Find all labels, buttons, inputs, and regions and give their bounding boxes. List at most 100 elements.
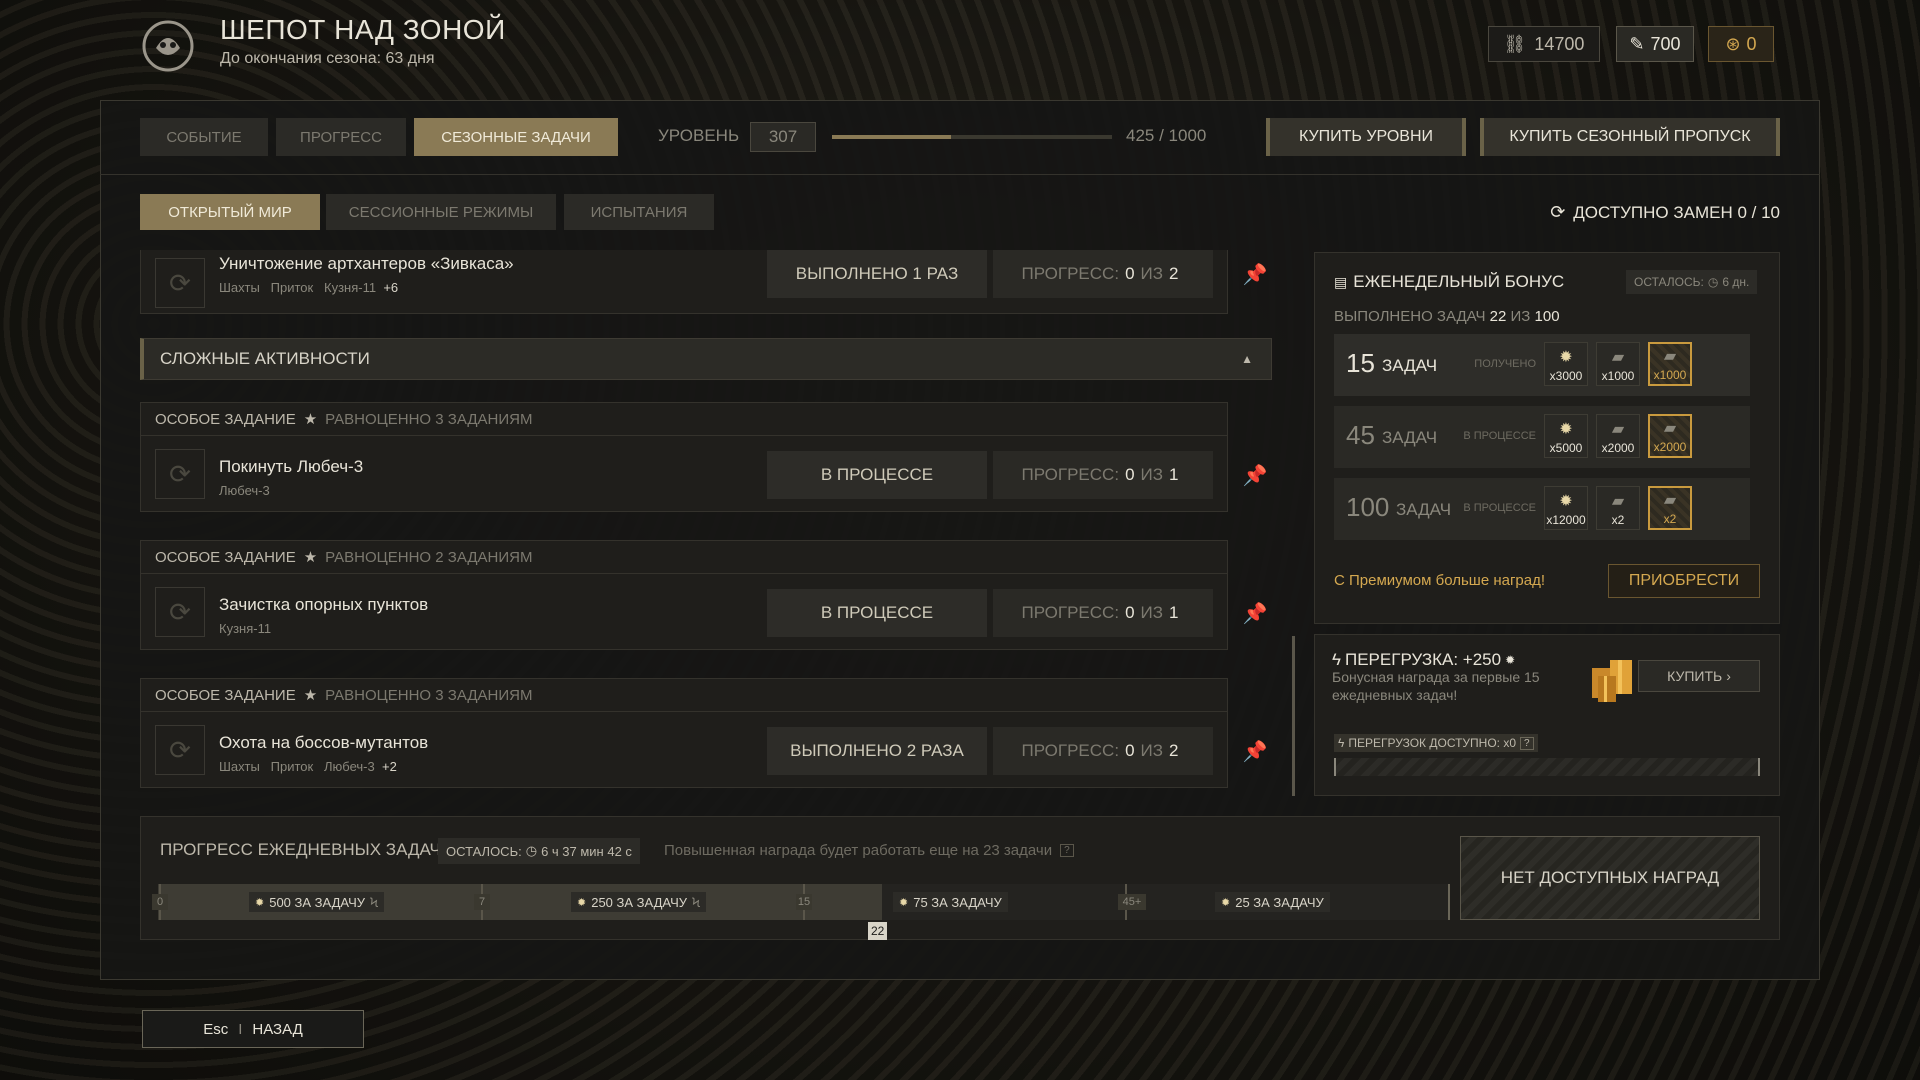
reward-cell[interactable]: ▰ x2 bbox=[1648, 486, 1692, 530]
reward-cell[interactable]: ✹ x3000 bbox=[1544, 342, 1588, 386]
help-icon[interactable]: ? bbox=[1520, 736, 1534, 750]
special-task-card: ОСОБОЕ ЗАДАНИЕ ★ РАВНОЦЕННО 3 ЗАДАНИЯМ ⟳… bbox=[140, 402, 1267, 512]
pin-icon[interactable]: 📌 bbox=[1243, 739, 1268, 763]
task-card: ⟳ Уничтожение артхантеров «Зивкаса» Шахт… bbox=[140, 250, 1267, 314]
tier-number: 45 bbox=[1346, 420, 1375, 450]
daily-tick: 45+ bbox=[1118, 894, 1146, 910]
clock-icon: ◷ bbox=[525, 843, 538, 858]
calendar-icon: ▤ bbox=[1334, 273, 1348, 290]
task-status: В ПРОЦЕССЕ bbox=[767, 589, 987, 637]
refresh-icon[interactable]: ⟳ bbox=[1550, 202, 1565, 223]
special-task-card: ОСОБОЕ ЗАДАНИЕ ★ РАВНОЦЕННО 3 ЗАДАНИЯМ ⟳… bbox=[140, 678, 1267, 788]
tab-progress[interactable]: ПРОГРЕСС bbox=[276, 118, 406, 156]
special-task-header: ОСОБОЕ ЗАДАНИЕ ★ РАВНОЦЕННО 3 ЗАДАНИЯМ bbox=[141, 679, 1227, 712]
daily-reward-label: ✹ 250 ЗА ЗАДАЧУ ϟ bbox=[571, 892, 707, 912]
tab-season-tasks[interactable]: СЕЗОННЫЕ ЗАДАЧИ bbox=[414, 118, 618, 156]
lightning-icon: ϟ bbox=[370, 894, 379, 910]
subtab-session-modes[interactable]: СЕССИОННЫЕ РЕЖИМЫ bbox=[326, 194, 556, 230]
overload-description: Бонусная награда за первые 15 ежедневных… bbox=[1332, 669, 1540, 703]
ammo-icon: ▰ bbox=[1611, 493, 1625, 510]
star-icon: ★ bbox=[303, 411, 318, 428]
reward-cell[interactable]: ▰ x2000 bbox=[1648, 414, 1692, 458]
gift-box-icon bbox=[1588, 650, 1638, 704]
task-status: ВЫПОЛНЕНО 1 РАЗ bbox=[767, 250, 987, 298]
token-icon: ✹ bbox=[899, 896, 909, 909]
task-progress: ПРОГРЕСС: 0 ИЗ 1 bbox=[993, 451, 1213, 499]
task-refresh-icon[interactable]: ⟳ bbox=[155, 258, 205, 308]
star-icon: ★ bbox=[303, 687, 318, 704]
daily-note: Повышенная награда будет работать еще на… bbox=[664, 842, 1074, 859]
reward-cell[interactable]: ▰ x1000 bbox=[1648, 342, 1692, 386]
level-progress-text: 425 / 1000 bbox=[1126, 126, 1207, 145]
task-locations: Любеч-3 bbox=[219, 483, 270, 498]
weekly-remaining: ОСТАЛОСЬ: ◷ 6 дн. bbox=[1626, 270, 1758, 294]
level-label: УРОВЕНЬ bbox=[658, 126, 740, 145]
reward-cell[interactable]: ▰ x2000 bbox=[1596, 414, 1640, 458]
task-refresh-icon[interactable]: ⟳ bbox=[155, 587, 205, 637]
task-status: ВЫПОЛНЕНО 2 РАЗА bbox=[767, 727, 987, 775]
task-refresh-icon[interactable]: ⟳ bbox=[155, 725, 205, 775]
token-icon: ✹ bbox=[1559, 349, 1573, 366]
level-progress-fill bbox=[832, 135, 951, 139]
tier-number: 100 bbox=[1346, 492, 1390, 522]
collapse-arrow-icon[interactable]: ▲ bbox=[1241, 352, 1253, 366]
overload-title: ϟ ПЕРЕГРУЗКА: +250 ✹ bbox=[1332, 650, 1516, 669]
overload-buy-button[interactable]: КУПИТЬ › bbox=[1638, 660, 1760, 692]
premium-buy-button[interactable]: ПРИОБРЕСТИ bbox=[1608, 564, 1760, 598]
pin-icon[interactable]: 📌 bbox=[1243, 262, 1268, 286]
task-refresh-icon[interactable]: ⟳ bbox=[155, 449, 205, 499]
tier-state: В ПРОЦЕССЕ bbox=[1463, 502, 1536, 514]
weekly-tier: 15 ЗАДАЧ ПОЛУЧЕНО ✹ x3000 ▰ x1000 ▰ x100… bbox=[1334, 334, 1750, 396]
currency-feathers: ✎ 700 bbox=[1616, 26, 1694, 62]
buy-season-pass-button[interactable]: КУПИТЬ СЕЗОННЫЙ ПРОПУСК bbox=[1480, 118, 1780, 156]
currency-links: ⛓ 14700 bbox=[1488, 26, 1600, 62]
reward-cell[interactable]: ▰ x2 bbox=[1596, 486, 1640, 530]
ammo-icon: ▰ bbox=[1611, 421, 1625, 438]
tier-state: В ПРОЦЕССЕ bbox=[1463, 430, 1536, 442]
tier-word: ЗАДАЧ bbox=[1382, 356, 1438, 375]
page-title: ШЕПОТ НАД ЗОНОЙ bbox=[220, 14, 506, 45]
task-title: Покинуть Любеч-3 bbox=[219, 457, 364, 476]
buy-levels-button[interactable]: КУПИТЬ УРОВНИ bbox=[1266, 118, 1466, 156]
coin-currency-icon: ⊛ bbox=[1725, 33, 1741, 54]
tier-word: ЗАДАЧ bbox=[1396, 500, 1452, 519]
chevron-right-icon: › bbox=[1726, 668, 1731, 684]
help-icon[interactable]: ? bbox=[1060, 844, 1074, 857]
overload-progress-bar bbox=[1334, 758, 1760, 776]
subtab-trials[interactable]: ИСПЫТАНИЯ bbox=[564, 194, 714, 230]
token-icon: ✹ bbox=[1505, 653, 1516, 667]
task-status: В ПРОЦЕССЕ bbox=[767, 451, 987, 499]
reward-cell[interactable]: ✹ x12000 bbox=[1544, 486, 1588, 530]
daily-reward-label: ✹ 75 ЗА ЗАДАЧУ bbox=[893, 892, 1008, 912]
daily-tick: 7 bbox=[474, 894, 490, 910]
token-icon: ✹ bbox=[1559, 421, 1573, 438]
tab-event[interactable]: СОБЫТИЕ bbox=[140, 118, 268, 156]
pin-icon[interactable]: 📌 bbox=[1243, 463, 1268, 487]
task-locations: Кузня-11 bbox=[219, 621, 272, 636]
premium-text: С Премиумом больше наград! bbox=[1334, 572, 1546, 589]
weekly-done-counter: ВЫПОЛНЕНО ЗАДАЧ 22 ИЗ 100 bbox=[1334, 308, 1560, 325]
feather-currency-icon: ✎ bbox=[1629, 33, 1645, 54]
token-icon: ✹ bbox=[1221, 896, 1231, 909]
complex-activities-header[interactable]: СЛОЖНЫЕ АКТИВНОСТИ ▲ bbox=[140, 338, 1272, 380]
subtab-open-world[interactable]: ОТКРЫТЫЙ МИР bbox=[140, 194, 320, 230]
token-icon: ✹ bbox=[255, 896, 265, 909]
level-value: 307 bbox=[750, 122, 816, 152]
token-icon: ✹ bbox=[577, 896, 587, 909]
ammo-icon: ▰ bbox=[1611, 349, 1625, 366]
back-button[interactable]: Esc I НАЗАД bbox=[142, 1010, 364, 1048]
task-title: Охота на боссов-мутантов bbox=[219, 733, 429, 752]
no-rewards-button[interactable]: НЕТ ДОСТУПНЫХ НАГРАД bbox=[1460, 836, 1760, 920]
daily-reward-label: ✹ 500 ЗА ЗАДАЧУ ϟ bbox=[249, 892, 385, 912]
task-list-scrollbar[interactable] bbox=[1292, 636, 1295, 796]
task-progress: ПРОГРЕСС: 0 ИЗ 1 bbox=[993, 589, 1213, 637]
daily-reward-label: ✹ 25 ЗА ЗАДАЧУ bbox=[1215, 892, 1330, 912]
tier-number: 15 bbox=[1346, 348, 1375, 378]
reward-cell[interactable]: ✹ x5000 bbox=[1544, 414, 1588, 458]
daily-tick: 0 bbox=[152, 894, 168, 910]
special-task-card: ОСОБОЕ ЗАДАНИЕ ★ РАВНОЦЕННО 2 ЗАДАНИЯМ ⟳… bbox=[140, 540, 1267, 650]
lightning-icon: ϟ bbox=[1338, 736, 1345, 750]
reward-cell[interactable]: ▰ x1000 bbox=[1596, 342, 1640, 386]
star-icon: ★ bbox=[303, 549, 318, 566]
pin-icon[interactable]: 📌 bbox=[1243, 601, 1268, 625]
